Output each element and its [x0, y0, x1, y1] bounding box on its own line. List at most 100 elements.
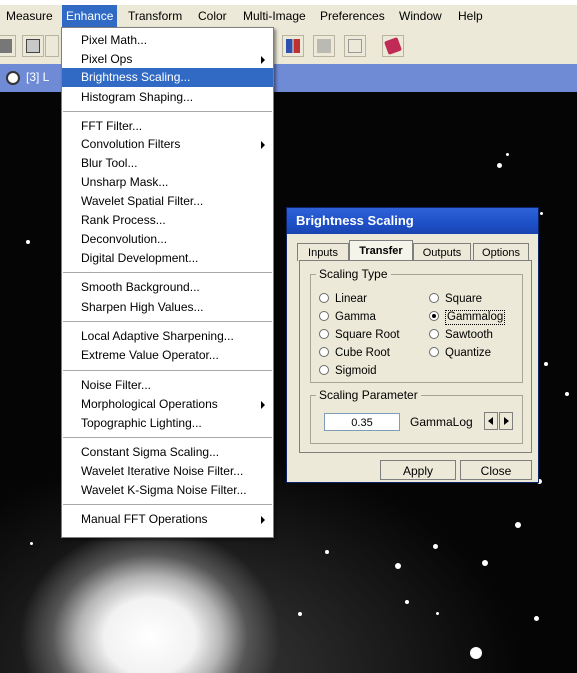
- radio-label: Gammalog: [445, 310, 506, 325]
- menu-item-extreme-value-operator[interactable]: Extreme Value Operator...: [62, 346, 273, 365]
- menu-separator: [63, 111, 272, 112]
- menu-item-wavelet-spatial-filter[interactable]: Wavelet Spatial Filter...: [62, 192, 273, 211]
- star: [436, 612, 439, 615]
- radio-label: Sigmoid: [335, 365, 377, 377]
- star: [497, 163, 502, 168]
- menu-enhance[interactable]: Enhance: [62, 5, 118, 27]
- menu-item-label: Wavelet Spatial Filter...: [81, 194, 204, 208]
- star: [405, 600, 409, 604]
- book-icon: [384, 37, 402, 55]
- menu-item-fft-filter[interactable]: FFT Filter...: [62, 117, 273, 136]
- menu-item-unsharp-mask[interactable]: Unsharp Mask...: [62, 173, 273, 192]
- menu-item-smooth-background[interactable]: Smooth Background...: [62, 278, 273, 297]
- radio-label: Quantize: [445, 347, 492, 359]
- menu-item-label: Unsharp Mask...: [81, 175, 169, 189]
- tab-transfer[interactable]: Transfer: [349, 240, 413, 261]
- menu-separator: [63, 437, 272, 438]
- copy-icon: [26, 39, 40, 53]
- toolbar-button-partial[interactable]: [0, 35, 16, 57]
- star: [515, 522, 521, 528]
- menu-separator: [63, 272, 272, 273]
- menu-item-blur-tool[interactable]: Blur Tool...: [62, 154, 273, 173]
- radio-dot: [319, 329, 329, 339]
- toolbar-button-tiles[interactable]: [313, 35, 335, 57]
- dialog-titlebar[interactable]: Brightness Scaling: [287, 208, 538, 234]
- radio-label: Square Root: [335, 329, 400, 341]
- toolbar-button-grid[interactable]: [282, 35, 304, 57]
- menu-item-label: Brightness Scaling...: [81, 70, 191, 84]
- menu-item-pixel-ops[interactable]: Pixel Ops: [62, 50, 273, 69]
- close-button[interactable]: Close: [460, 460, 532, 480]
- menu-multi-image[interactable]: Multi-Image: [239, 5, 310, 27]
- menu-window[interactable]: Window: [395, 5, 446, 27]
- menu-item-rank-process[interactable]: Rank Process...: [62, 211, 273, 230]
- tab-outputs[interactable]: Outputs: [413, 243, 471, 261]
- menu-item-wavelet-iterative-noise-filter[interactable]: Wavelet Iterative Noise Filter...: [62, 462, 273, 481]
- star: [433, 544, 438, 549]
- menu-item-brightness-scaling[interactable]: Brightness Scaling...: [62, 68, 273, 87]
- menu-item-label: Pixel Ops: [81, 52, 133, 66]
- menu-item-morphological-operations[interactable]: Morphological Operations: [62, 395, 273, 414]
- menu-item-label: Wavelet Iterative Noise Filter...: [81, 464, 244, 478]
- decrement-button[interactable]: [484, 412, 498, 430]
- menu-color[interactable]: Color: [194, 5, 231, 27]
- menu-item-local-adaptive-sharpening[interactable]: Local Adaptive Sharpening...: [62, 327, 273, 346]
- menu-item-pixel-math[interactable]: Pixel Math...: [62, 31, 273, 50]
- tab-options[interactable]: Options: [473, 243, 529, 261]
- enhance-menu: Pixel Math... Pixel Ops Brightness Scali…: [61, 27, 274, 538]
- toolbar-button-frame[interactable]: [344, 35, 366, 57]
- menu-item-label: Morphological Operations: [81, 397, 218, 411]
- menu-item-convolution-filters[interactable]: Convolution Filters: [62, 135, 273, 154]
- menu-transform[interactable]: Transform: [124, 5, 186, 27]
- radio-dot: [319, 293, 329, 303]
- menu-item-label: Histogram Shaping...: [81, 90, 194, 104]
- image-window-title: [3] L: [26, 70, 50, 84]
- star: [482, 560, 488, 566]
- increment-button[interactable]: [499, 412, 513, 430]
- menu-preferences[interactable]: Preferences: [316, 5, 389, 27]
- tiles-icon: [317, 39, 331, 53]
- menu-separator: [63, 370, 272, 371]
- tool-icon: [0, 39, 12, 53]
- menu-item-histogram-shaping[interactable]: Histogram Shaping...: [62, 88, 273, 107]
- radio-label: Square: [445, 293, 483, 305]
- menu-item-label: Rank Process...: [81, 213, 166, 227]
- apply-button[interactable]: Apply: [380, 460, 456, 480]
- arrow-right-icon: [504, 417, 509, 425]
- scaling-parameter-input[interactable]: 0.35: [324, 413, 400, 431]
- grid-icon: [286, 39, 300, 53]
- toolbar-button-copy[interactable]: [22, 35, 44, 57]
- toolbar-button-book[interactable]: [382, 35, 404, 57]
- menu-item-manual-fft-operations[interactable]: Manual FFT Operations: [62, 510, 273, 529]
- scaling-type-group: Scaling Type Linear Gamma Square Root Cu…: [310, 267, 523, 383]
- menu-item-sharpen-high-values[interactable]: Sharpen High Values...: [62, 298, 273, 317]
- menu-item-label: Deconvolution...: [81, 232, 168, 246]
- star: [540, 212, 543, 215]
- star: [325, 550, 329, 554]
- arrow-left-icon: [488, 417, 493, 425]
- scaling-parameter-label: GammaLog: [410, 415, 473, 429]
- menu-item-label: FFT Filter...: [81, 119, 143, 133]
- menu-item-label: Extreme Value Operator...: [81, 348, 219, 362]
- menu-item-label: Manual FFT Operations: [81, 512, 208, 526]
- radio-dot: [429, 329, 439, 339]
- toolbar-button-partial2[interactable]: [45, 35, 59, 57]
- star: [470, 647, 482, 659]
- menu-item-noise-filter[interactable]: Noise Filter...: [62, 376, 273, 395]
- radio-label: Sawtooth: [445, 329, 493, 341]
- menu-item-deconvolution[interactable]: Deconvolution...: [62, 230, 273, 249]
- menu-help[interactable]: Help: [454, 5, 487, 27]
- menu-measure[interactable]: Measure: [2, 5, 57, 27]
- menu-item-label: Blur Tool...: [81, 156, 138, 170]
- menu-item-digital-development[interactable]: Digital Development...: [62, 249, 273, 268]
- radio-label: Cube Root: [335, 347, 390, 359]
- tab-inputs[interactable]: Inputs: [297, 243, 349, 261]
- submenu-arrow-icon: [261, 401, 265, 409]
- menu-item-topographic-lighting[interactable]: Topographic Lighting...: [62, 414, 273, 433]
- menu-item-constant-sigma-scaling[interactable]: Constant Sigma Scaling...: [62, 443, 273, 462]
- menu-item-wavelet-k-sigma-noise-filter[interactable]: Wavelet K-Sigma Noise Filter...: [62, 481, 273, 500]
- submenu-arrow-icon: [261, 141, 265, 149]
- radio-dot: [319, 347, 329, 357]
- radio-dot: [319, 311, 329, 321]
- radio-dot: [429, 293, 439, 303]
